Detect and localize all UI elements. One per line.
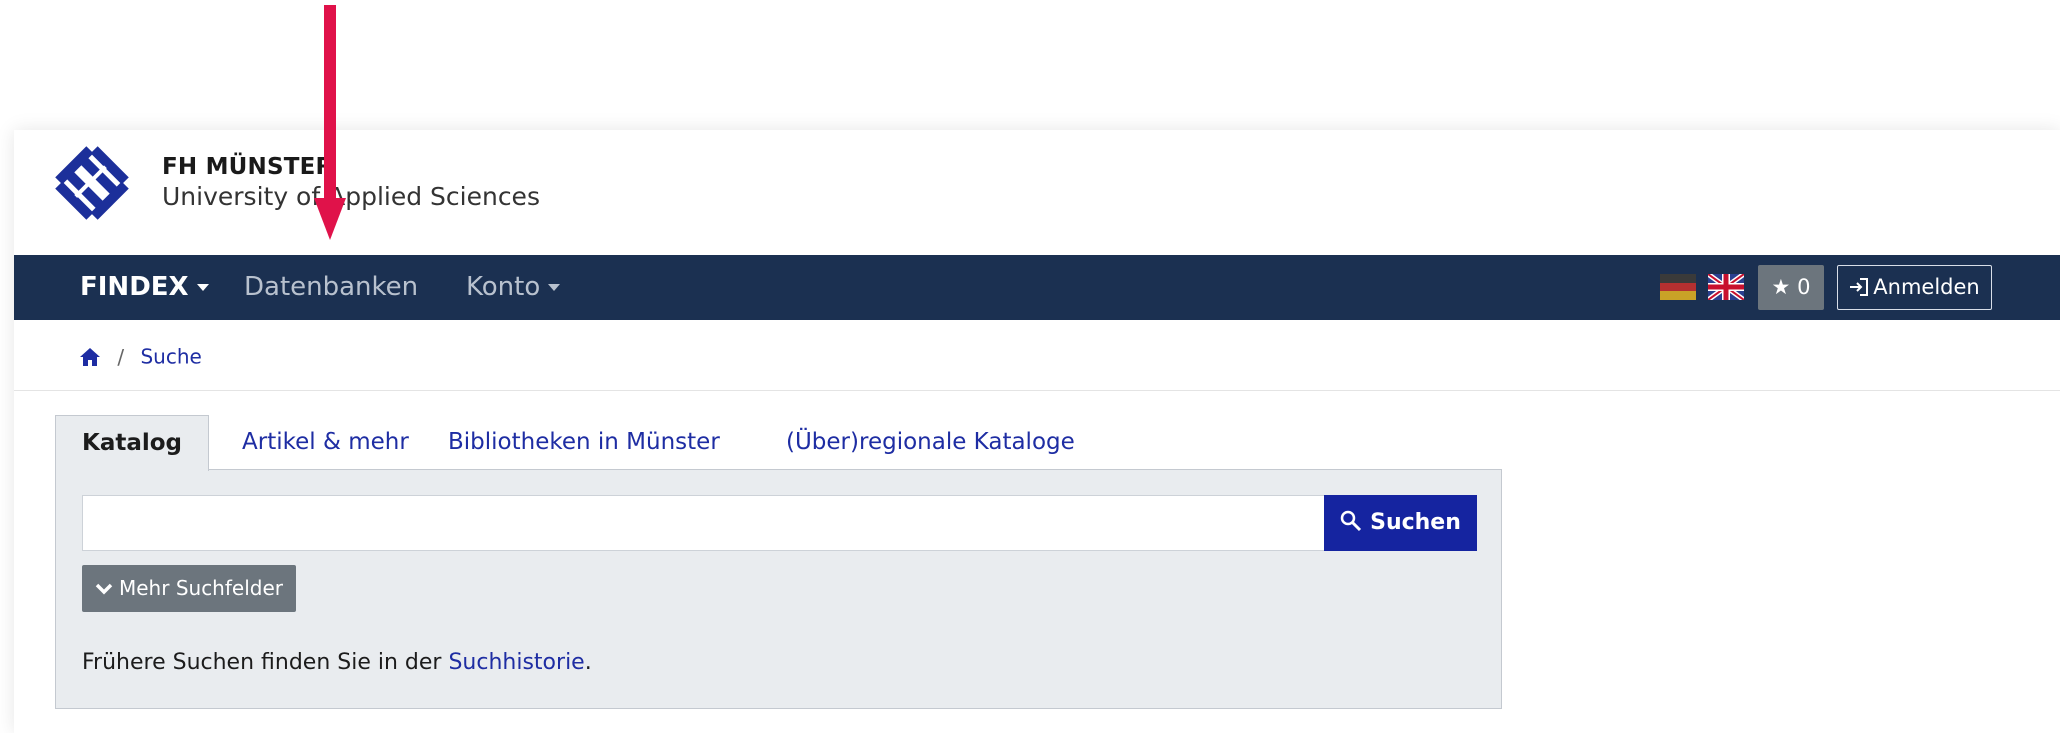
logo-text: FH MÜNSTER University of Applied Science… bbox=[162, 152, 540, 212]
german-flag-icon[interactable] bbox=[1660, 274, 1696, 300]
tab-regionale-kataloge[interactable]: (Über)regionale Kataloge bbox=[786, 415, 1075, 470]
logo-title: FH MÜNSTER bbox=[162, 154, 334, 180]
tab-katalog[interactable]: Katalog bbox=[55, 415, 210, 471]
login-button[interactable]: Anmelden bbox=[1837, 265, 1992, 310]
watchlist-count: 0 bbox=[1797, 275, 1811, 299]
tab-bibliotheken[interactable]: Bibliotheken in Münster bbox=[448, 415, 720, 470]
nav-datenbanken[interactable]: Datenbanken bbox=[244, 255, 418, 320]
breadcrumb-current[interactable]: Suche bbox=[140, 345, 201, 369]
login-label: Anmelden bbox=[1873, 275, 1980, 299]
search-history-text: Frühere Suchen finden Sie in der Suchhis… bbox=[82, 650, 592, 675]
nav-findex-label: FINDEX bbox=[80, 272, 189, 302]
search-input[interactable] bbox=[82, 495, 1325, 551]
home-icon[interactable] bbox=[79, 347, 101, 367]
caret-down-icon bbox=[196, 284, 209, 291]
star-icon: ★ bbox=[1771, 275, 1791, 299]
history-prefix: Frühere Suchen finden Sie in der bbox=[82, 650, 449, 675]
search-button[interactable]: Suchen bbox=[1324, 495, 1477, 551]
annotation-arrow-icon bbox=[314, 5, 346, 240]
tab-artikel[interactable]: Artikel & mehr bbox=[242, 415, 409, 470]
search-button-label: Suchen bbox=[1370, 510, 1461, 535]
breadcrumb: / Suche bbox=[79, 343, 202, 373]
nav-datenbanken-label: Datenbanken bbox=[244, 272, 419, 302]
chevron-down-icon bbox=[95, 583, 113, 595]
uk-flag-icon[interactable] bbox=[1708, 274, 1744, 300]
main-navbar: FINDEX Datenbanken Konto ★ 0 Anmelden bbox=[14, 255, 2060, 320]
more-search-fields-button[interactable]: Mehr Suchfelder bbox=[82, 565, 296, 612]
breadcrumb-separator: / bbox=[117, 344, 125, 369]
divider bbox=[14, 390, 2060, 391]
nav-findex-dropdown[interactable]: FINDEX bbox=[80, 255, 209, 320]
history-suffix: . bbox=[584, 650, 592, 675]
watchlist-button[interactable]: ★ 0 bbox=[1758, 265, 1824, 310]
search-panel: Suchen Mehr Suchfelder Frühere Suchen fi… bbox=[55, 469, 1502, 709]
more-search-fields-label: Mehr Suchfelder bbox=[119, 576, 283, 600]
search-icon bbox=[1340, 510, 1362, 532]
sign-in-icon bbox=[1850, 278, 1869, 296]
nav-konto-dropdown[interactable]: Konto bbox=[466, 255, 561, 320]
search-history-link[interactable]: Suchhistorie bbox=[448, 650, 584, 675]
caret-down-icon bbox=[548, 284, 561, 291]
logo-subtitle: University of Applied Sciences bbox=[162, 182, 540, 211]
nav-konto-label: Konto bbox=[466, 272, 541, 302]
fh-muenster-logo-icon bbox=[55, 146, 129, 220]
